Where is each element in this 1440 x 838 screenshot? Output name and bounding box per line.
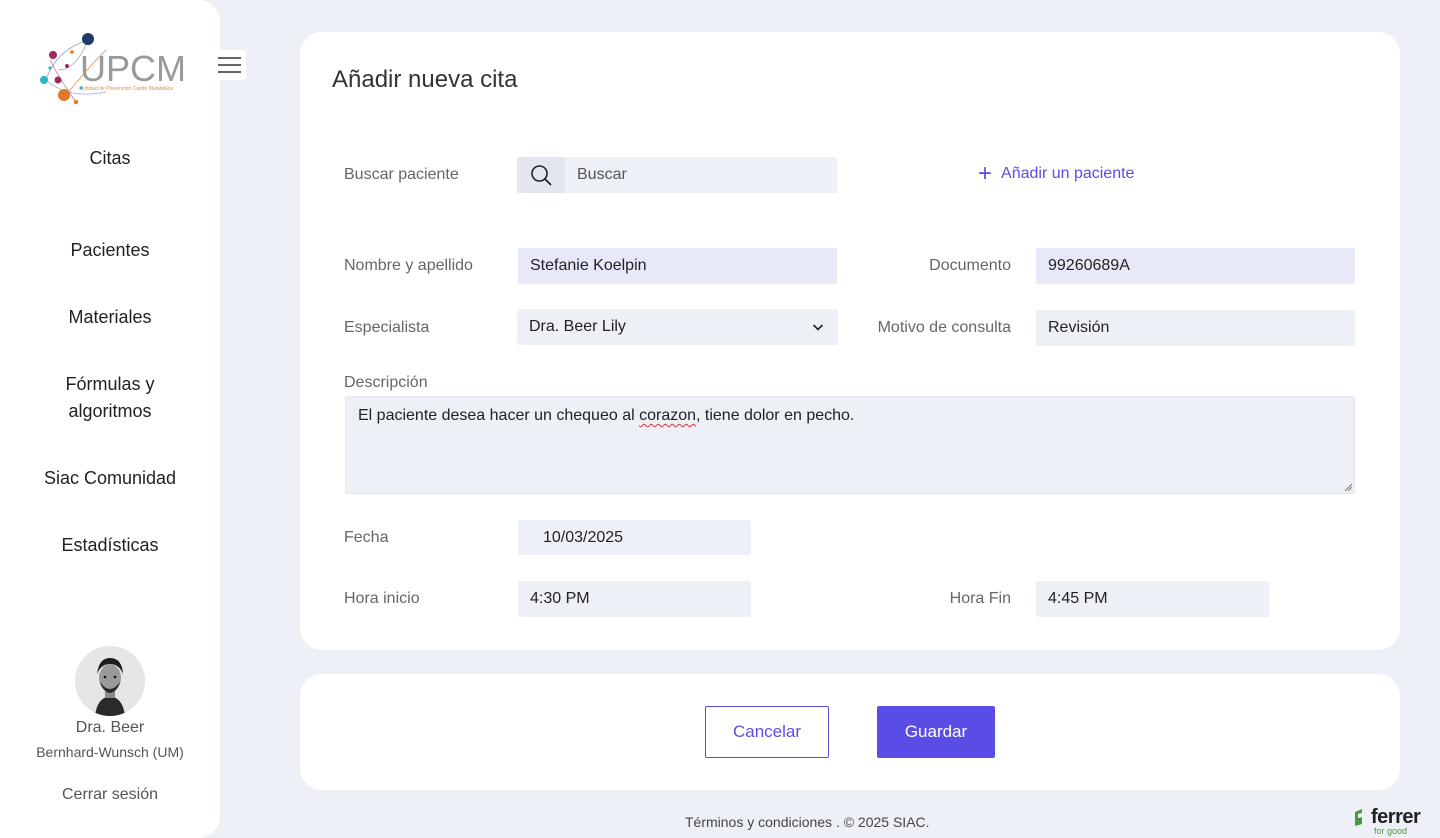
specialist-value: Dra. Beer Lily [529,318,626,335]
footer-text[interactable]: Términos y condiciones . © 2025 SIAC. [685,814,930,830]
nav-item-formulas-line2: algoritmos [68,401,152,421]
search-icon[interactable] [517,157,565,193]
upcm-logo[interactable]: UPCM Unidad de Prevención Cardio Metaból… [36,30,186,112]
nav-item-citas[interactable]: Citas [0,145,220,172]
reason-label: Motivo de consulta [877,319,1011,336]
user-organization: Bernhard-Wunsch (UM) [36,744,184,760]
date-field[interactable]: 10/03/2025 [518,520,751,555]
chevron-down-icon [812,324,824,331]
logo-text: UPCM [80,48,186,89]
start-time-label: Hora inicio [344,590,420,607]
nav-item-formulas[interactable]: Fórmulas y algoritmos [0,371,220,425]
ferrer-logo: ferrer for good [1353,806,1429,838]
date-label: Fecha [344,529,389,546]
search-patient-label: Buscar paciente [344,166,459,183]
cancel-button[interactable]: Cancelar [705,706,829,758]
add-patient-label: Añadir un paciente [1001,165,1135,182]
nav-item-pacientes[interactable]: Pacientes [0,237,220,264]
save-button[interactable]: Guardar [877,706,995,758]
start-time-field[interactable]: 4:30 PM [518,581,751,617]
misspelled-word: corazon [639,407,697,424]
resize-grip-icon[interactable] [1344,483,1352,491]
description-text-end: , tiene dolor en pecho. [696,407,855,424]
name-field[interactable]: Stefanie Koelpin [518,248,837,284]
search-patient-field [517,157,837,193]
nav-item-estadisticas[interactable]: Estadísticas [0,532,220,559]
user-name: Dra. Beer [75,719,145,736]
search-input[interactable] [565,157,837,193]
description-textarea[interactable]: El paciente desea hacer un chequeo al co… [345,396,1355,494]
page-title: Añadir nueva cita [332,66,518,93]
end-time-field[interactable]: 4:45 PM [1036,581,1269,617]
description-text-start: El paciente desea hacer un chequeo al [358,407,640,424]
appointment-form-card: Añadir nueva cita Buscar paciente + Añad… [300,32,1400,650]
avatar[interactable] [75,646,145,716]
name-label: Nombre y apellido [344,257,473,274]
logout-link[interactable]: Cerrar sesión [0,786,220,804]
reason-field[interactable]: Revisión [1036,310,1355,346]
description-label: Descripción [344,374,428,391]
avatar-portrait-icon [75,646,145,716]
plus-icon: + [978,160,993,187]
document-label: Documento [929,257,1011,274]
logo-subtitle: Unidad de Prevención Cardio Metabólica [82,86,173,92]
hamburger-icon [218,57,241,59]
nav-item-materiales[interactable]: Materiales [0,304,220,331]
hamburger-menu-button[interactable] [214,50,246,80]
add-patient-link[interactable]: + Añadir un paciente [978,162,1134,186]
nav-item-formulas-line1: Fórmulas y [65,374,155,394]
sidebar: UPCM Unidad de Prevención Cardio Metaból… [0,0,220,838]
specialist-select[interactable]: Dra. Beer Lily [517,309,838,345]
document-field[interactable]: 99260689A [1036,248,1355,284]
specialist-label: Especialista [344,319,430,336]
brand-tagline: for good [1374,826,1408,836]
nav-item-siac-comunidad[interactable]: Siac Comunidad [0,465,220,492]
actions-card: Cancelar Guardar [300,674,1400,790]
end-time-label: Hora Fin [949,590,1011,607]
